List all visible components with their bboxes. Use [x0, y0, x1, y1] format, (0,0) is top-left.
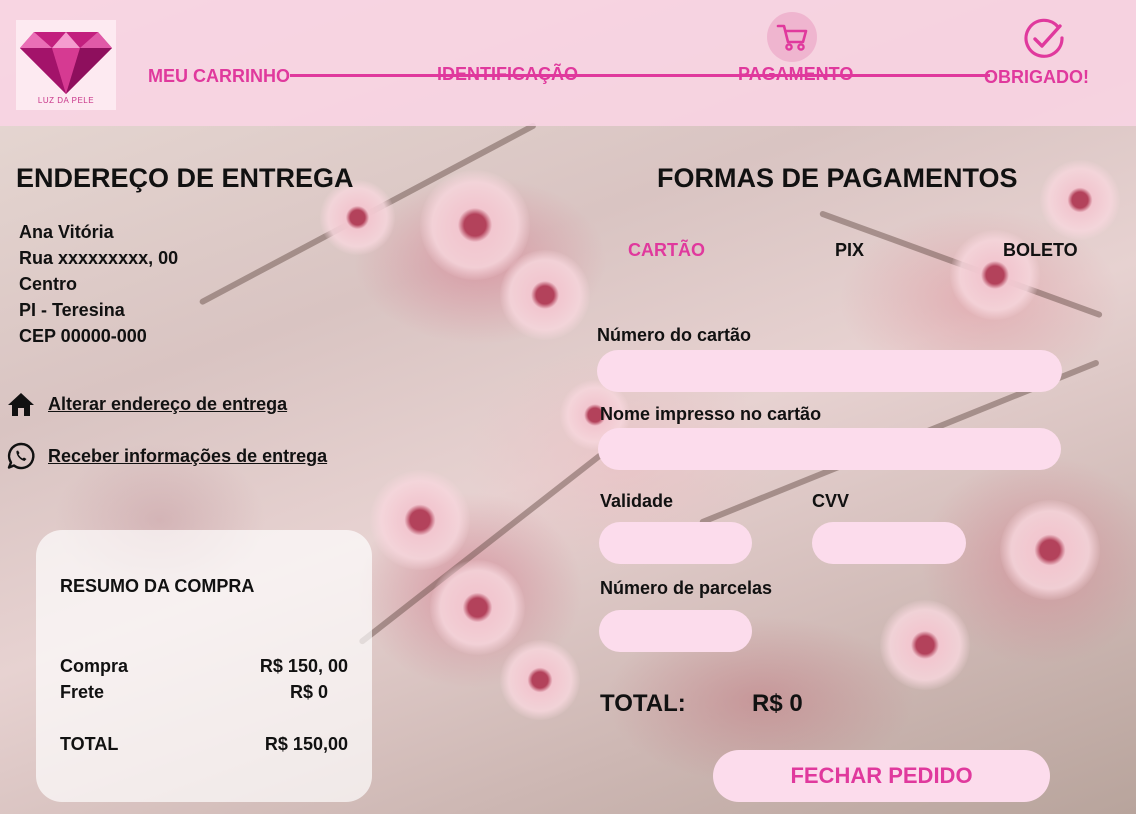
- delivery-address-title: ENDEREÇO DE ENTREGA: [16, 163, 354, 193]
- change-address-link[interactable]: Alterar endereço de entrega: [6, 390, 287, 418]
- step-cart[interactable]: MEU CARRINHO: [148, 66, 290, 87]
- home-icon: [6, 390, 36, 418]
- purchase-summary-card: RESUMO DA COMPRA Compra R$ 150, 00 Frete…: [36, 530, 372, 802]
- installments-label: Número de parcelas: [600, 578, 773, 598]
- payment-methods-title: FORMAS DE PAGAMENTOS: [657, 163, 1018, 193]
- close-order-button[interactable]: FECHAR PEDIDO: [713, 750, 1050, 802]
- check-circle-icon: [1022, 18, 1066, 65]
- whatsapp-icon: [6, 442, 36, 470]
- address-city: PI - Teresina: [19, 300, 125, 320]
- address-block: Ana Vitória Rua xxxxxxxxx, 00 Centro PI …: [19, 219, 178, 349]
- address-zip: CEP 00000-000: [19, 326, 147, 346]
- summary-purchase-value: R$ 150, 00: [259, 656, 348, 676]
- cvv-label: CVV: [812, 491, 850, 511]
- summary-shipping-label: Frete: [60, 682, 105, 702]
- summary-total-label: TOTAL: [60, 734, 119, 754]
- cart-icon: [767, 12, 817, 62]
- expiry-label: Validade: [600, 491, 674, 511]
- change-address-label[interactable]: Alterar endereço de entrega: [48, 394, 287, 415]
- summary-shipping-value: R$ 0: [289, 682, 328, 702]
- card-name-label: Nome impresso no cartão: [600, 404, 822, 424]
- whatsapp-info-label[interactable]: Receber informações de entrega: [48, 446, 327, 467]
- steps-progress-line: [290, 74, 990, 77]
- tab-pix[interactable]: PIX: [835, 240, 864, 261]
- card-name-input[interactable]: [598, 428, 1061, 470]
- whatsapp-info-link[interactable]: Receber informações de entrega: [6, 442, 327, 470]
- step-identification[interactable]: IDENTIFICAÇÃO: [437, 64, 578, 85]
- cvv-input[interactable]: [812, 522, 966, 564]
- step-payment[interactable]: PAGAMENTO: [738, 64, 853, 85]
- tab-boleto[interactable]: BOLETO: [1003, 240, 1078, 261]
- address-district: Centro: [19, 274, 77, 294]
- tab-card[interactable]: CARTÃO: [628, 240, 705, 261]
- address-street: Rua xxxxxxxxx, 00: [19, 248, 179, 268]
- expiry-input[interactable]: [599, 522, 752, 564]
- diamond-logo-icon: [20, 32, 112, 94]
- summary-purchase-label: Compra: [60, 656, 129, 676]
- checkout-header: LUZ DA PELE MEU CARRINHO IDENTIFICAÇÃO P…: [0, 0, 1136, 126]
- logo-text: LUZ DA PELE: [37, 96, 95, 105]
- address-name: Ana Vitória: [19, 222, 114, 242]
- step-thanks[interactable]: OBRIGADO!: [984, 67, 1089, 88]
- payment-total-value: R$ 0: [752, 690, 803, 717]
- card-number-input[interactable]: [597, 350, 1062, 392]
- installments-input[interactable]: [599, 610, 752, 652]
- summary-title: RESUMO DA COMPRA: [60, 576, 255, 596]
- payment-total-label: TOTAL:: [600, 690, 686, 717]
- card-number-label: Número do cartão: [597, 325, 752, 345]
- logo[interactable]: LUZ DA PELE: [16, 20, 116, 110]
- summary-total-value: R$ 150,00: [264, 734, 348, 754]
